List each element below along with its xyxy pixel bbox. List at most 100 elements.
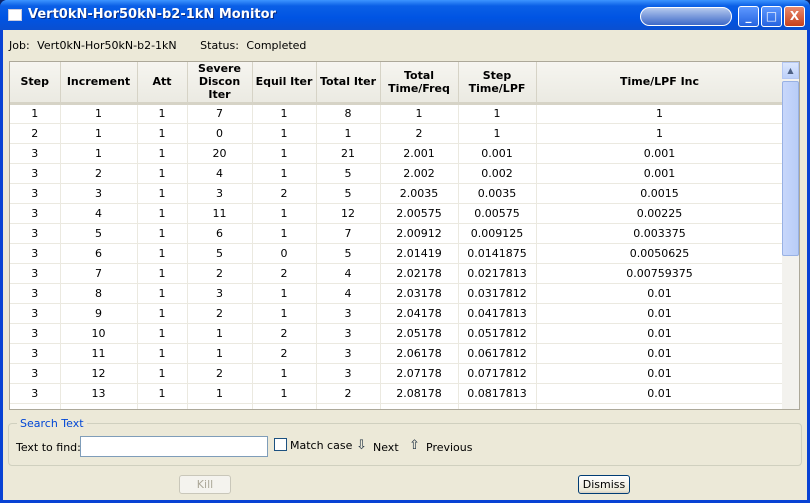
column-header[interactable]: Step Time/LPF <box>458 62 537 105</box>
table-row[interactable]: 3 3 1 3 2 5 2.0035 0.0035 0.0015 <box>10 183 784 204</box>
table-cell: 2.04178 <box>380 303 459 324</box>
arrow-down-icon[interactable]: ⇩ <box>356 438 367 453</box>
table-row[interactable]: 111718111 <box>10 103 784 124</box>
table-cell: 7 <box>60 263 138 284</box>
column-header[interactable]: Total Time/Freq <box>380 62 459 105</box>
table-cell: 8 <box>316 103 381 124</box>
column-header[interactable]: Increment <box>60 62 138 105</box>
column-header[interactable]: Total Iter <box>316 62 381 105</box>
table-cell: 3 <box>316 343 381 364</box>
dismiss-button[interactable]: Dismiss <box>578 475 630 494</box>
table-cell: 5 <box>316 243 381 264</box>
text-to-find-input[interactable] <box>80 436 268 457</box>
table-row[interactable]: 3 7 1 2 2 4 2.02178 0.0217813 0.00759375 <box>10 263 784 284</box>
table-cell: 3 <box>10 143 61 164</box>
column-header[interactable]: Equil Iter <box>252 62 317 105</box>
table-row[interactable]: 3 4 1 11 1 12 2.00575 0.00575 0.00225 <box>10 203 784 224</box>
table-cell: 0.0517812 <box>458 323 537 344</box>
table-row[interactable]: 211011211 <box>10 123 784 144</box>
previous-button[interactable]: Previous <box>426 441 473 454</box>
table-cell: 2.06178 <box>380 343 459 364</box>
table-cell: 1 <box>252 363 317 384</box>
table-row[interactable]: 3 12 1 2 1 3 2.07178 0.0717812 0.01 <box>10 363 784 384</box>
table-cell: 3 <box>316 323 381 344</box>
table-row[interactable]: 3 9 1 2 1 3 2.04178 0.0417813 0.01 <box>10 303 784 324</box>
scroll-up-arrow-icon[interactable]: ▲ <box>782 62 799 79</box>
table-cell: 3 <box>10 183 61 204</box>
table-cell: 1 <box>252 223 317 244</box>
table-row[interactable]: 3 11 1 1 2 3 2.06178 0.0617812 0.01 <box>10 343 784 364</box>
table-cell: 2.0035 <box>380 183 459 204</box>
column-header[interactable]: Att <box>137 62 188 105</box>
arrow-up-icon[interactable]: ⇧ <box>409 438 420 453</box>
table-cell: 1 <box>458 123 537 144</box>
tray-widget-icon[interactable] <box>640 7 732 26</box>
table-cell: 2.002 <box>380 163 459 184</box>
table-cell: 0.0050625 <box>536 243 784 264</box>
job-label: Job: <box>9 39 30 52</box>
table-row[interactable]: 3 10 1 1 2 3 2.05178 0.0517812 0.01 <box>10 323 784 344</box>
table-cell: 3 <box>10 263 61 284</box>
table-cell: 1 <box>137 403 188 409</box>
table-cell: 0.001 <box>458 143 537 164</box>
table-cell: 1 <box>137 183 188 204</box>
column-header[interactable]: Step <box>10 62 61 105</box>
table-cell: 1 <box>316 123 381 144</box>
table-cell: 0 <box>252 243 317 264</box>
table-cell: 8 <box>60 283 138 304</box>
minimize-button[interactable]: _ <box>738 6 759 27</box>
table-cell: 12 <box>60 363 138 384</box>
table-cell: 2.09178 <box>380 403 459 409</box>
table-cell: 1 <box>252 103 317 124</box>
table-cell: 0.01 <box>536 303 784 324</box>
close-button[interactable]: X <box>784 6 805 27</box>
monitor-table: Step Increment Att Severe Discon Iter Equil … <box>9 61 800 410</box>
match-case-checkbox[interactable] <box>274 438 287 451</box>
table-cell: 3 <box>60 183 138 204</box>
match-case-label[interactable]: Match case <box>290 439 352 452</box>
table-cell: 5 <box>316 183 381 204</box>
table-cell: 1 <box>252 163 317 184</box>
table-cell: 0.0617812 <box>458 343 537 364</box>
table-row[interactable]: 31411122.091780.09178130.01 <box>10 403 784 409</box>
table-cell: 1 <box>187 403 253 409</box>
table-cell: 0.01 <box>536 323 784 344</box>
column-header[interactable]: Severe Discon Iter <box>187 62 253 105</box>
kill-button[interactable]: Kill <box>179 475 231 494</box>
scrollbar-thumb[interactable] <box>782 81 799 256</box>
table-cell: 5 <box>60 223 138 244</box>
table-cell: 7 <box>316 223 381 244</box>
table-cell: 2.00912 <box>380 223 459 244</box>
table-cell: 3 <box>10 403 61 409</box>
table-cell: 5 <box>187 243 253 264</box>
table-cell: 0.0217813 <box>458 263 537 284</box>
table-cell: 2 <box>252 263 317 284</box>
find-label: Text to find: <box>16 441 81 454</box>
column-header[interactable]: Time/LPF Inc <box>536 62 784 105</box>
table-cell: 6 <box>187 223 253 244</box>
table-cell: 1 <box>252 303 317 324</box>
table-row[interactable]: 3 8 1 3 1 4 2.03178 0.0317812 0.01 <box>10 283 784 304</box>
table-cell: 1 <box>252 283 317 304</box>
title-bar[interactable]: Vert0kN-Hor50kN-b2-1kN Monitor _ □ X <box>0 0 810 30</box>
vertical-scrollbar[interactable]: ▲ <box>782 62 799 409</box>
table-cell: 0.01 <box>536 343 784 364</box>
table-cell: 20 <box>187 143 253 164</box>
table-cell: 0.0317812 <box>458 283 537 304</box>
table-row[interactable]: 3 5 1 6 1 7 2.00912 0.009125 0.003375 <box>10 223 784 244</box>
table-cell: 11 <box>187 203 253 224</box>
table-cell: 3 <box>316 303 381 324</box>
table-cell: 14 <box>60 403 138 409</box>
table-cell: 2.01419 <box>380 243 459 264</box>
next-button[interactable]: Next <box>373 441 399 454</box>
table-cell: 1 <box>252 383 317 404</box>
table-cell: 3 <box>316 363 381 384</box>
table-row[interactable]: 3 2 1 4 1 5 2.002 0.002 0.001 <box>10 163 784 184</box>
table-row[interactable]: 3 1 1 20 1 21 2.001 0.001 0.001 <box>10 143 784 164</box>
maximize-button[interactable]: □ <box>761 6 782 27</box>
search-group-legend: Search Text <box>17 417 87 430</box>
table-row[interactable]: 3 6 1 5 0 5 2.01419 0.0141875 0.0050625 <box>10 243 784 264</box>
table-row[interactable]: 3 13 1 1 1 2 2.08178 0.0817813 0.01 <box>10 383 784 404</box>
table-cell: 2 <box>10 123 61 144</box>
table-cell: 3 <box>10 223 61 244</box>
